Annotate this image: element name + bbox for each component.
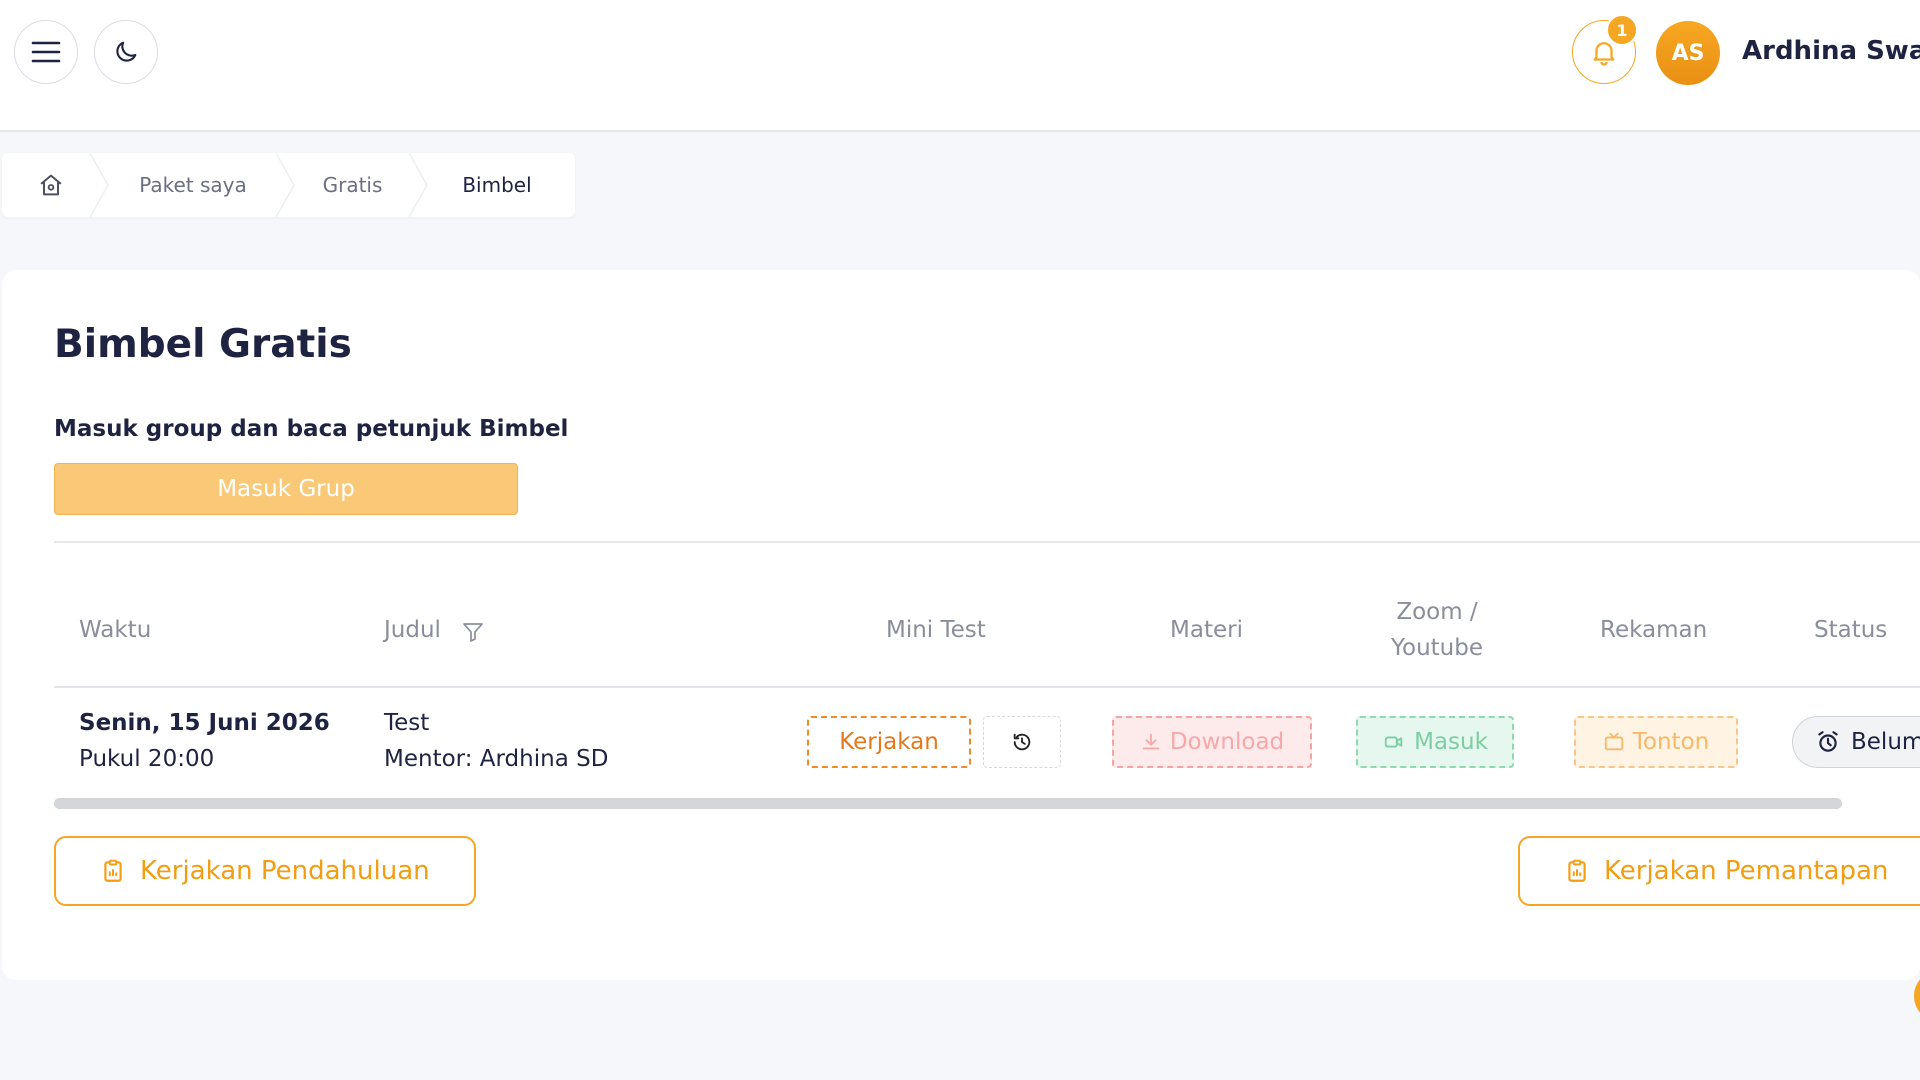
page-title: Bimbel Gratis — [54, 322, 352, 367]
breadcrumb-gratis[interactable]: Gratis — [286, 153, 428, 217]
pendahuluan-label: Kerjakan Pendahuluan — [140, 856, 430, 886]
zoom-masuk-button[interactable]: Masuk — [1356, 716, 1514, 768]
kerjakan-pemantapan-button[interactable]: Kerjakan Pemantapan — [1518, 836, 1920, 906]
status-badge: Belum — [1792, 716, 1920, 768]
tv-icon — [1604, 732, 1623, 751]
video-icon — [1384, 736, 1403, 748]
filter-icon[interactable] — [461, 620, 485, 644]
header-judul: Judul — [384, 617, 441, 643]
masuk-label: Masuk — [1414, 729, 1488, 755]
tonton-label: Tonton — [1632, 729, 1710, 755]
mini-test-history-button[interactable] — [983, 716, 1061, 768]
history-icon — [1013, 733, 1031, 751]
header-mini-test: Mini Test — [886, 617, 986, 643]
pemantapan-label: Kerjakan Pemantapan — [1604, 856, 1889, 886]
page-subtitle: Masuk group dan baca petunjuk Bimbel — [54, 416, 569, 442]
user-name[interactable]: Ardhina Swad — [1742, 36, 1920, 66]
session-mentor: Mentor: Ardhina SD — [384, 746, 609, 772]
session-time: Pukul 20:00 — [79, 746, 215, 772]
moon-icon — [116, 41, 137, 62]
breadcrumb-label: Bimbel — [462, 173, 532, 197]
bimbel-card: Bimbel Gratis Masuk group dan baca petun… — [2, 270, 1920, 980]
home-icon — [40, 174, 62, 196]
breadcrumb-paket-saya[interactable]: Paket saya — [100, 153, 295, 217]
theme-toggle-button[interactable] — [94, 20, 158, 84]
header-waktu: Waktu — [79, 617, 152, 643]
kerjakan-pendahuluan-button[interactable]: Kerjakan Pendahuluan — [54, 836, 476, 906]
session-title: Test — [384, 710, 430, 736]
page: 1 AS Ardhina Swad Paket saya Gratis Bimb… — [0, 0, 1920, 1080]
top-bar: 1 AS Ardhina Swad — [0, 0, 1920, 132]
header-rekaman: Rekaman — [1600, 617, 1708, 643]
status-label: Belum — [1851, 729, 1920, 755]
breadcrumb-home[interactable] — [2, 153, 109, 217]
avatar[interactable]: AS — [1656, 21, 1720, 85]
download-label: Download — [1169, 729, 1285, 755]
rekaman-tonton-button[interactable]: Tonton — [1574, 716, 1738, 768]
materi-download-button[interactable]: Download — [1112, 716, 1312, 768]
kerjakan-label: Kerjakan — [839, 729, 939, 755]
breadcrumb-bimbel: Bimbel — [419, 153, 575, 217]
horizontal-scrollbar[interactable] — [54, 798, 1842, 809]
menu-button[interactable] — [14, 20, 78, 84]
clipboard-icon — [1568, 859, 1586, 882]
notification-badge: 1 — [1606, 14, 1638, 46]
join-group-button[interactable]: Masuk Grup — [54, 463, 518, 515]
row-divider — [54, 686, 1920, 688]
download-icon — [1142, 733, 1160, 750]
header-zoom-youtube: Zoom / Youtube — [1382, 594, 1492, 666]
header-materi: Materi — [1170, 617, 1243, 643]
breadcrumb-label: Paket saya — [139, 173, 247, 197]
session-date: Senin, 15 Juni 2026 — [79, 710, 330, 736]
divider — [54, 541, 1920, 543]
breadcrumb-label: Gratis — [322, 173, 383, 197]
header-zoom-line: Zoom / — [1396, 599, 1478, 625]
alarm-clock-icon — [1818, 731, 1838, 752]
clipboard-icon — [104, 859, 122, 882]
header-status: Status — [1814, 617, 1888, 643]
mini-test-kerjakan-button[interactable]: Kerjakan — [807, 716, 971, 768]
hamburger-icon — [31, 41, 61, 63]
floating-action-button[interactable] — [1914, 970, 1920, 1022]
breadcrumb: Paket saya Gratis Bimbel — [2, 153, 575, 217]
header-youtube-line: Youtube — [1391, 635, 1483, 661]
